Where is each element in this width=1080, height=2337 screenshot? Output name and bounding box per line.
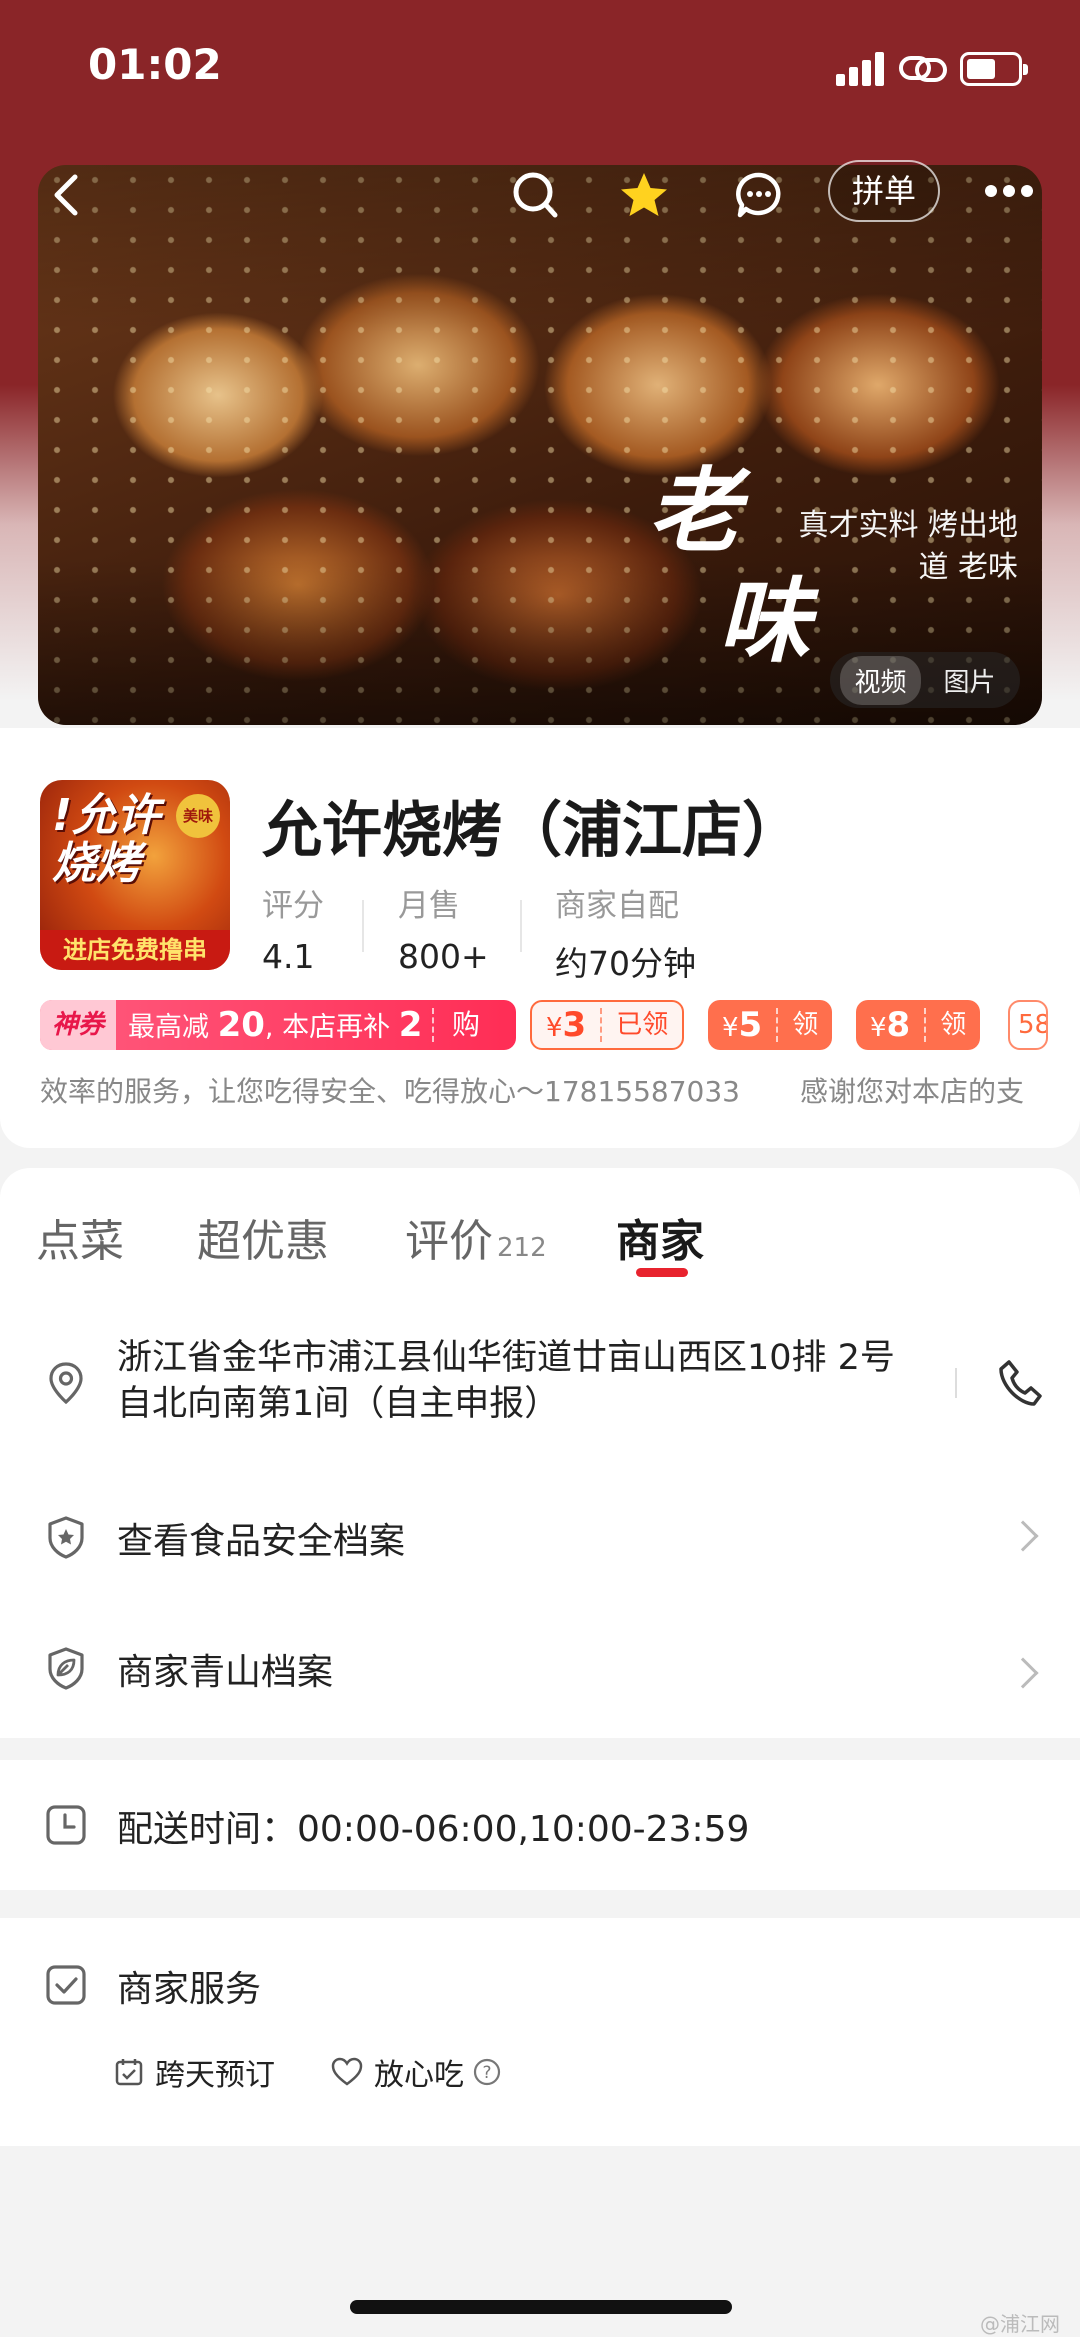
delivery-time: 配送时间：00:00-06:00,10:00-23:59 (117, 1809, 750, 1850)
message-icon[interactable] (732, 168, 786, 222)
service-cross-day[interactable]: 跨天预订 (113, 2050, 275, 2094)
coupon-claim-button[interactable]: 领 (924, 1008, 980, 1042)
coupon-5[interactable]: ¥5 领 (708, 1000, 833, 1050)
stat-divider (362, 900, 364, 952)
store-logo[interactable]: !允许 烧烤 美味 进店免费撸串 (40, 780, 230, 970)
review-count: 212 (497, 1233, 547, 1263)
services-section (0, 1918, 1080, 2146)
shenquan-tag: 神券 (40, 1000, 116, 1050)
tab-indicator (636, 1268, 688, 1277)
group-buy-button[interactable]: 拼单 (828, 160, 940, 222)
favorite-star-icon[interactable] (617, 168, 671, 222)
status-bar: 01:02 (0, 0, 1080, 140)
food-safety-link[interactable]: 查看食品安全档案 (117, 1512, 405, 1564)
media-option-image[interactable]: 图片 (929, 656, 1009, 705)
shenquan-text: 最高减 20, 本店再补 2 (128, 1005, 423, 1045)
divider (955, 1368, 957, 1398)
logo-badge: 美味 (176, 794, 220, 838)
merchant-address[interactable]: 浙江省金华市浦江县仙华街道廿亩山西区10排 2号自北向南第1间（自主申报） (117, 1335, 917, 1427)
hero-banner[interactable]: 老 味 真才实料 烤出地道 老味 (38, 165, 1042, 725)
status-time: 01:02 (88, 40, 222, 89)
location-icon (49, 1362, 83, 1405)
checkbox-icon (46, 1965, 86, 2005)
hero-big-text: 老 (648, 457, 741, 565)
leaf-shield-icon (48, 1647, 84, 1690)
coupon-3[interactable]: ¥3 已领 (530, 1000, 685, 1050)
green-archive-link[interactable]: 商家青山档案 (117, 1643, 333, 1695)
coupon-separator (432, 1008, 434, 1042)
battery-icon (960, 52, 1028, 86)
tab-merchant[interactable]: 商家 (616, 1205, 704, 1269)
store-name: 允许烧烤（浦江店） (262, 796, 802, 866)
media-option-video[interactable]: 视频 (840, 655, 921, 705)
home-indicator[interactable] (350, 2300, 732, 2314)
more-icon[interactable] (985, 185, 1033, 199)
shenquan-buy-button[interactable]: 购 (452, 1000, 480, 1050)
media-switch[interactable]: 视频 图片 (830, 652, 1020, 708)
coupon-claimed-label: 已领 (600, 1008, 682, 1042)
hero-shade (38, 165, 1042, 725)
stat-rating: 评分 4.1 (262, 888, 324, 976)
phone-icon[interactable] (995, 1358, 1043, 1408)
tab-order[interactable]: 点菜 (36, 1205, 124, 1269)
link-icon (899, 56, 947, 82)
store-notice: 效率的服务，让您吃得安全、吃得放心～17815587033 感谢您对本店的支 (40, 1075, 1024, 1108)
logo-text: !允许 烧烤 (52, 790, 161, 889)
back-icon[interactable] (40, 168, 94, 222)
shield-star-icon (48, 1516, 84, 1559)
stat-divider (520, 900, 522, 952)
tab-reviews[interactable]: 评价 212 (405, 1205, 547, 1269)
heart-icon (331, 2057, 363, 2086)
logo-banner: 进店免费撸串 (40, 930, 230, 970)
watermark: @浦江网 (980, 2312, 1060, 2336)
hero-slogan: 真才实料 烤出地道 老味 (798, 508, 1018, 585)
clock-icon (46, 1805, 86, 1845)
service-worry-free[interactable]: 放心吃 ? (330, 2050, 502, 2094)
tab-deals[interactable]: 超优惠 (197, 1205, 329, 1269)
coupon-claim-button[interactable]: 领 (776, 1008, 832, 1042)
signal-icon (836, 52, 886, 86)
help-icon[interactable]: ? (472, 2057, 502, 2087)
svg-text:?: ? (482, 2063, 491, 2083)
stat-monthly-sales: 月售 800+ (398, 888, 489, 976)
hero-big-text-2: 味 (718, 567, 811, 675)
coupon-8[interactable]: ¥8 领 (856, 1000, 981, 1050)
shenquan-coupon[interactable]: 神券 最高减 20, 本店再补 2 购 (40, 1000, 516, 1050)
search-icon[interactable] (508, 168, 562, 222)
coupon-row: 神券 最高减 20, 本店再补 2 购 ¥3 已领 ¥5 领 ¥8 领 58 (40, 1000, 1080, 1052)
coupon-partial[interactable]: 58 (1008, 1000, 1048, 1050)
stat-delivery: 商家自配 约70分钟 (555, 888, 696, 983)
calendar-check-icon (115, 2059, 143, 2086)
services-title: 商家服务 (117, 1969, 262, 2010)
